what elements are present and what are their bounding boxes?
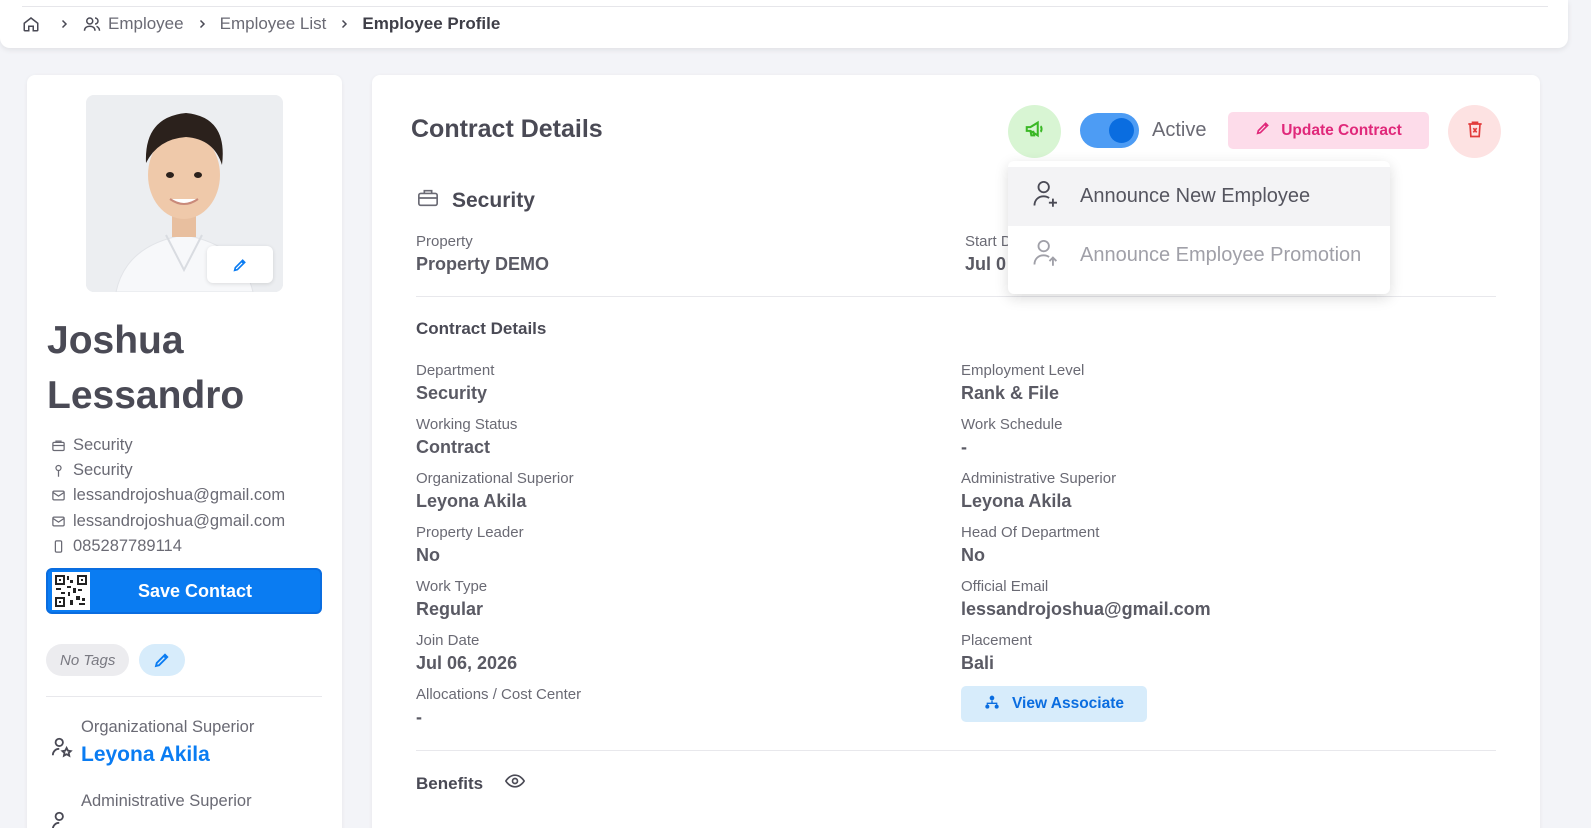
field-placement: Placement Bali — [961, 632, 1032, 673]
info-email: lessandrojoshua@gmail.com — [51, 509, 285, 534]
employee-first-name: Joshua — [47, 319, 184, 362]
organizational-superior: Organizational Superior Leyona Akila — [51, 718, 254, 767]
breadcrumb-current: Employee Profile — [362, 14, 501, 33]
field-administrative-superior: Administrative Superior Leyona Akila — [961, 470, 1117, 511]
employee-last-name: Lessandro — [47, 374, 245, 417]
field-join-date: Join Date Jul 06, 2026 — [416, 632, 518, 673]
menu-item-announce-new-employee[interactable]: Announce New Employee — [1008, 167, 1390, 226]
pencil-icon — [1255, 120, 1271, 141]
breadcrumb: Employee Employee List Employee Profile — [22, 14, 500, 34]
status-toggle[interactable] — [1080, 113, 1139, 148]
user-icon — [51, 792, 81, 828]
edit-photo-button[interactable] — [207, 246, 273, 283]
contact-info: Security Security lessandrojoshua@gmail.… — [51, 433, 285, 559]
briefcase-icon — [51, 438, 71, 453]
no-tags-badge: No Tags — [46, 644, 130, 676]
briefcase-icon — [416, 187, 440, 215]
update-contract-button[interactable]: Update Contract — [1228, 112, 1429, 149]
info-position: Security — [51, 458, 285, 483]
info-email-verified: lessandrojoshua@gmail.com — [51, 483, 285, 508]
field-work-type: Work Type Regular — [416, 578, 488, 619]
mail-icon — [51, 514, 71, 529]
pin-icon — [51, 463, 71, 478]
breadcrumb-employee[interactable]: Employee — [108, 14, 184, 34]
contract-title: Contract Details — [411, 115, 603, 143]
field-department: Department Security — [416, 362, 495, 403]
user-star-icon — [51, 718, 81, 767]
field-employment-level: Employment Level Rank & File — [961, 362, 1085, 403]
status-label: Active — [1152, 119, 1207, 141]
contract-details-heading: Contract Details — [416, 319, 547, 338]
chevron-right-icon — [338, 18, 350, 30]
user-up-icon — [1032, 238, 1060, 274]
edit-tags-button[interactable] — [139, 644, 186, 676]
benefits-heading: Benefits — [416, 773, 526, 794]
field-working-status: Working Status Contract — [416, 416, 518, 457]
divider — [46, 696, 322, 697]
chevron-right-icon — [58, 18, 70, 30]
menu-item-announce-promotion[interactable]: Announce Employee Promotion — [1008, 226, 1390, 285]
phone-icon — [51, 539, 71, 554]
breadcrumb-employee-list[interactable]: Employee List — [220, 14, 327, 34]
eye-icon[interactable] — [504, 773, 526, 794]
toggle-knob — [1109, 118, 1134, 143]
profile-card: Joshua Lessandro Security Security lessa… — [27, 75, 342, 828]
field-head-of-department: Head Of Department No — [961, 524, 1100, 565]
view-associate-button[interactable]: View Associate — [961, 686, 1147, 722]
user-plus-icon — [1032, 179, 1060, 215]
chevron-right-icon — [196, 18, 208, 30]
info-phone: 085287789114 — [51, 534, 285, 559]
info-department: Security — [51, 433, 285, 458]
top-divider — [22, 6, 1548, 7]
users-icon — [82, 15, 102, 33]
divider — [416, 296, 1496, 297]
announce-button[interactable] — [1008, 105, 1061, 158]
tags-row: No Tags — [46, 644, 186, 676]
field-work-schedule: Work Schedule - — [961, 416, 1063, 457]
field-property: Property Property DEMO — [416, 233, 550, 274]
announce-menu: Announce New Employee Announce Employee … — [1008, 161, 1390, 294]
home-icon[interactable] — [22, 15, 40, 33]
trash-icon — [1465, 119, 1485, 144]
divider — [416, 750, 1496, 751]
field-allocations: Allocations / Cost Center - — [416, 686, 582, 727]
delete-contract-button[interactable] — [1448, 105, 1501, 158]
employee-name: Joshua Lessandro — [47, 313, 327, 423]
megaphone-icon — [1024, 118, 1046, 145]
mail-check-icon — [51, 488, 71, 503]
save-contact-button[interactable]: Save Contact — [46, 568, 322, 614]
field-official-email: Official Email lessandrojoshua@gmail.com — [961, 578, 1211, 619]
administrative-superior: Administrative Superior — [51, 792, 252, 828]
field-property-leader: Property Leader No — [416, 524, 524, 565]
field-start-date: Start D Jul 0 — [965, 233, 1012, 274]
qr-code-icon — [52, 572, 90, 610]
hierarchy-icon — [984, 694, 1000, 715]
section-security: Security — [416, 187, 535, 215]
org-superior-link[interactable]: Leyona Akila — [81, 743, 254, 767]
top-bar: Employee Employee List Employee Profile — [0, 0, 1568, 48]
field-organizational-superior: Organizational Superior Leyona Akila — [416, 470, 574, 511]
